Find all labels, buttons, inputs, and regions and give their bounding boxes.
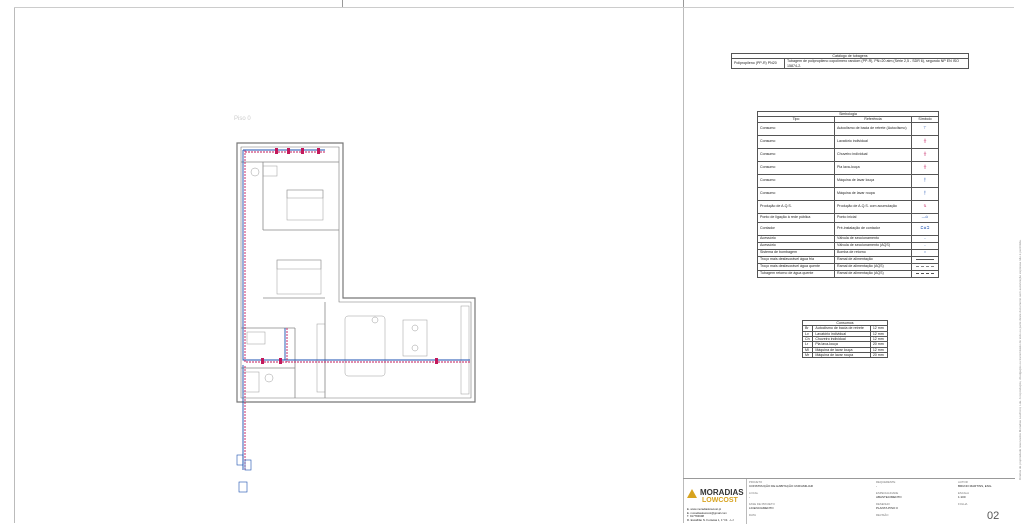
simbologia-tipo: Produção de A.Q.S. <box>757 199 835 214</box>
acumulador-icon: ⇅ <box>911 199 939 214</box>
maquina-louca-icon: ╿ <box>911 173 939 188</box>
right-panel-divider <box>683 7 684 523</box>
valvula-icon: – <box>911 234 939 243</box>
simbologia-tipo: Contador <box>757 221 835 236</box>
simbologia-tipo: Ponto de ligação à rede pública <box>757 212 835 223</box>
simbologia-ref: Pia lava-louça <box>834 160 912 175</box>
simbologia-table: Simbologia Tipo Referência Símbolo Consu… <box>757 110 939 278</box>
floor-label: Piso 0 <box>234 116 251 122</box>
simbologia-tipo: Acessório <box>757 241 835 250</box>
simbologia-ref: Ramal de alimentação (AQS) <box>834 262 912 271</box>
data-label: DATA <box>749 513 757 517</box>
consumos-desc: Autoclismo de bacia de retrete <box>812 325 871 332</box>
ponto-inicial-icon: —⊙ <box>911 212 939 223</box>
especialidade-value: ABASTECIMENTO <box>876 494 902 499</box>
chuveiro-icon: ╫ <box>911 147 939 162</box>
fase-value: LICENCIAMENTO <box>749 505 774 510</box>
folha-label: FOLHA <box>958 502 968 506</box>
contador-icon: ⊏⊗⊐ <box>911 221 939 236</box>
consumos-desc: Máquina de lavar roupa <box>812 351 871 359</box>
valvula-aqs-icon: – <box>911 241 939 250</box>
consumos-code: Mr <box>801 351 814 359</box>
simbologia-tipo: Acessório <box>757 234 835 243</box>
simbologia-tipo: Tubagem retorno de água quente <box>757 269 835 278</box>
consumos-size: 20 mm <box>869 351 889 359</box>
linha-fria-icon <box>911 255 939 264</box>
brand-name: MORADIAS <box>700 488 744 497</box>
simbologia-tipo: Troço mais desfavorável água quente <box>757 262 835 271</box>
brand-logo-icon <box>687 489 697 498</box>
simbologia-tipo: Consumo <box>757 121 835 136</box>
simbologia-tipo: Troço mais desfavorável água fria <box>757 255 835 264</box>
revisao-label: REVISÃO <box>876 513 889 517</box>
simbologia-ref: Ponto inicial <box>834 212 912 223</box>
simbologia-ref: Máquina de lavar louça <box>834 173 912 188</box>
autor-value: BRUNO MARTINS, ENG. <box>958 483 993 488</box>
simbologia-tipo: Consumo <box>757 134 835 149</box>
local-label: LOCAL <box>749 491 759 495</box>
projeto-value: CONSTRUÇÃO DE HABITAÇÃO UNIFAMILIAR <box>749 483 813 488</box>
copyright-side-note: Direitos de propriedade reservados Morad… <box>1019 239 1022 480</box>
local-value: - <box>749 494 750 499</box>
simbologia-ref: Válvula de seccionamento (AQS) <box>834 241 912 250</box>
contact-line: R. Escalhão N. Fontelas 1, 1° Dt. - LJ <box>687 517 734 522</box>
catalogo-desc: Tubagem de polipropileno copolímero rand… <box>784 58 969 69</box>
simbologia-tipo: Sistema de bombagem <box>757 248 835 257</box>
title-block: MORADIAS LOWCOST E. www.moradiaslowcost.… <box>683 478 1015 524</box>
brand-tagline: LOWCOST <box>702 497 738 504</box>
maquina-roupa-icon: ╿ <box>911 186 939 201</box>
simbologia-ref: Produção de A.Q.S. com acumulação <box>834 199 912 214</box>
lavatorio-icon: ╫ <box>911 134 939 149</box>
pia-icon: ╫ <box>911 160 939 175</box>
simbologia-tipo: Consumo <box>757 186 835 201</box>
simbologia-ref: Ramal de alimentação <box>834 255 912 264</box>
simbologia-tipo: Consumo <box>757 160 835 175</box>
catalogo-code: Polipropileno (PP-R) PN20 <box>731 58 785 69</box>
desenho-value: PLANTA PISO 0 <box>876 505 898 510</box>
simbologia-ref: Chuveiro individual <box>834 147 912 162</box>
escala-value: 1:100 <box>958 494 966 499</box>
linha-retorno-icon <box>911 269 939 278</box>
simbologia-ref: Lavatório individual <box>834 134 912 149</box>
simbologia-ref: Autoclismo de bacia de retrete (Autoclis… <box>834 121 912 136</box>
floor-plan-drawing <box>236 142 476 493</box>
sheet-number: 02 <box>987 510 1000 522</box>
simbologia-tipo: Consumo <box>757 173 835 188</box>
requerente-label: REQUERENTE <box>876 480 896 484</box>
simbologia-tipo: Consumo <box>757 147 835 162</box>
catalogo-table: Catálogo de tubagens Polipropileno (PP-R… <box>731 52 969 69</box>
simbologia-ref: Bomba de retorno <box>834 248 912 257</box>
simbologia-ref: Máquina de lavar roupa <box>834 186 912 201</box>
simbologia-ref: Ramal de alimentação (AQS) <box>834 269 912 278</box>
autoclismo-icon: ⊤ <box>911 121 939 136</box>
left-border <box>14 7 15 523</box>
title-block-divider <box>746 479 747 524</box>
requerente-value: - <box>876 483 877 488</box>
bomba-icon: ○ <box>911 248 939 257</box>
top-border <box>14 7 1014 8</box>
simbologia-ref: Válvula de seccionamento <box>834 234 912 243</box>
linha-quente-icon <box>911 262 939 271</box>
simbologia-ref: Pré-instalação de contador <box>834 221 912 236</box>
consumos-table: Consumos Br Autoclismo de bacia de retret… <box>801 319 889 359</box>
